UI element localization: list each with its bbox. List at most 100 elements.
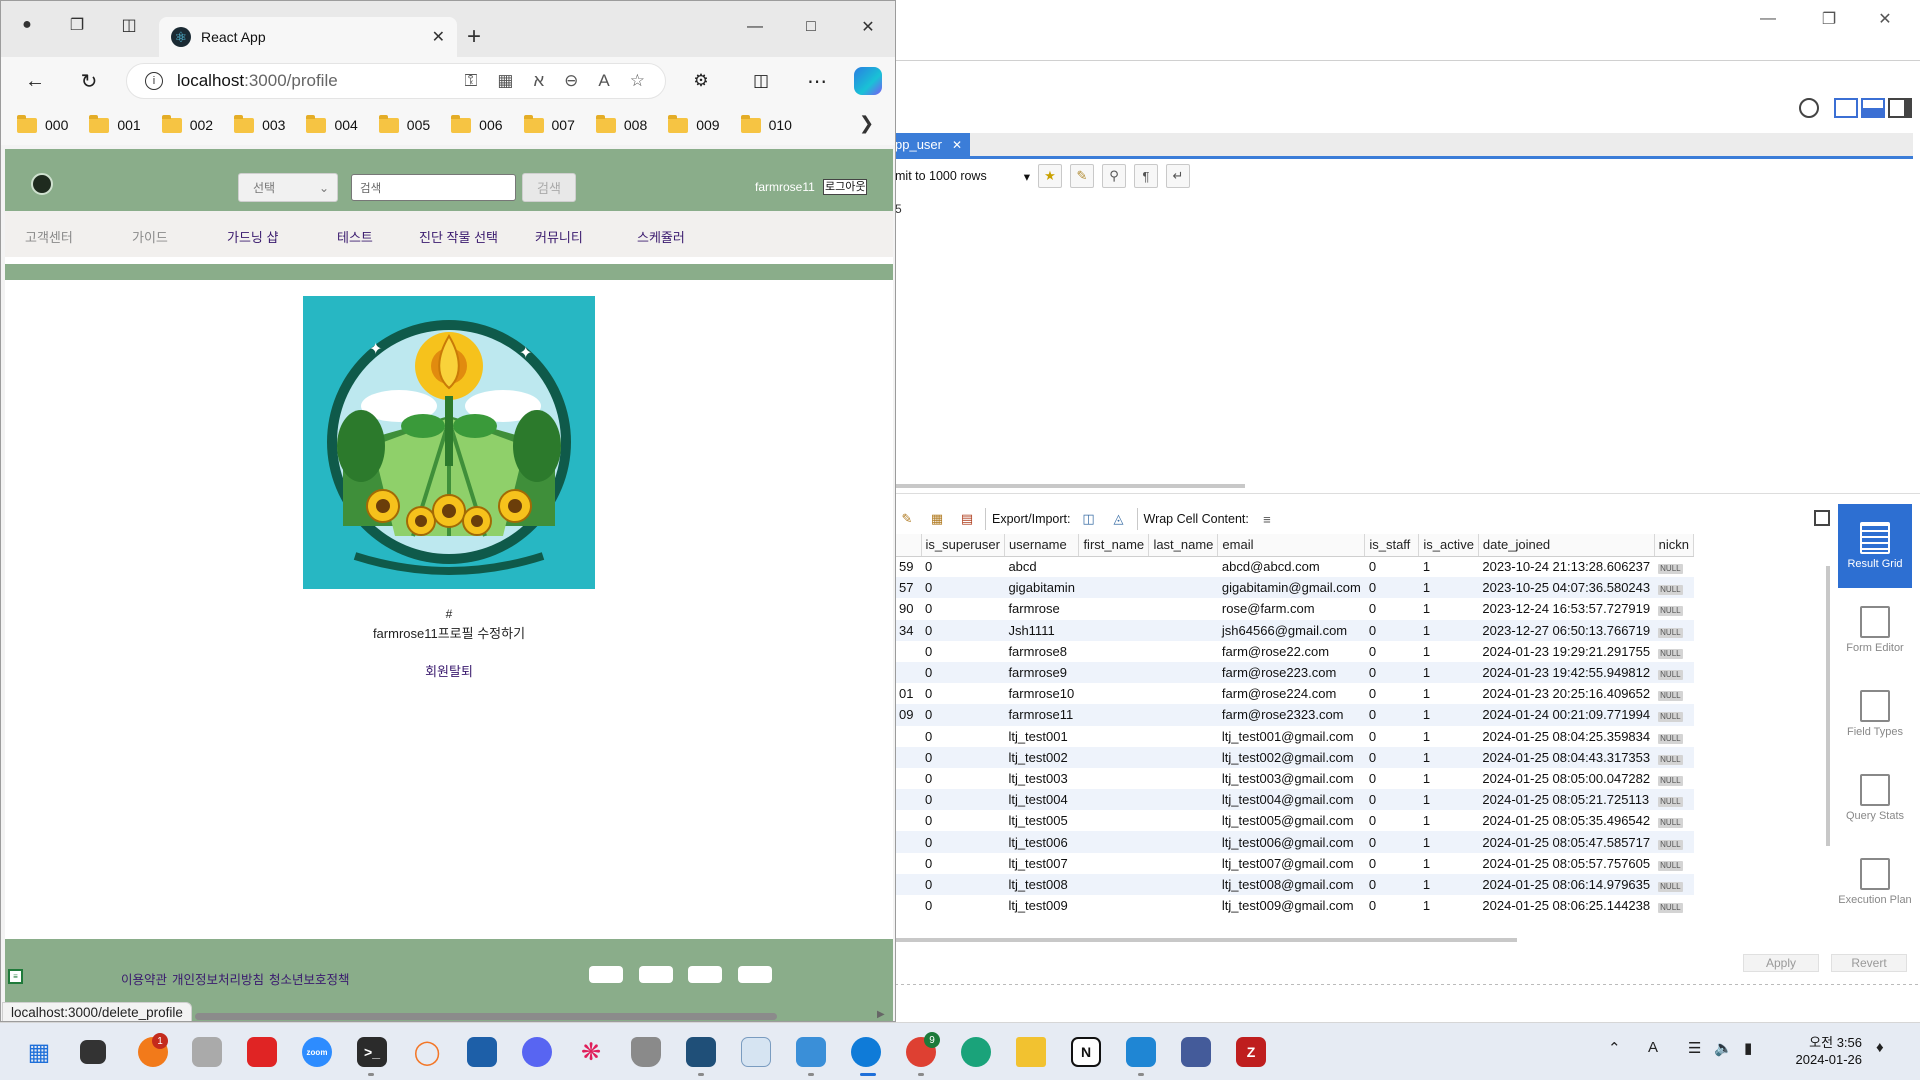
table-cell-username[interactable]: ltj_test004 (1004, 789, 1079, 811)
table-cell-email[interactable]: jsh64566@gmail.com (1217, 619, 1365, 641)
minimize-icon[interactable]: — (735, 11, 775, 43)
table-cell-username[interactable]: ltj_test005 (1004, 810, 1079, 831)
edit-row-icon[interactable]: ✎ (895, 507, 919, 531)
table-cell-email[interactable]: gigabitamin@gmail.com (1217, 577, 1365, 599)
table-cell-last-name[interactable] (1148, 619, 1218, 641)
table-cell-first-name[interactable] (1079, 853, 1149, 874)
panel-toggle-icon[interactable] (1814, 510, 1830, 526)
table-cell-is-superuser[interactable]: 0 (921, 831, 1005, 853)
table-cell-id[interactable]: 09 (895, 704, 921, 726)
table-cell-nick[interactable]: NULL (1654, 746, 1694, 768)
table-cell-id[interactable] (895, 853, 921, 874)
table-row[interactable]: 0 ltj_test007 ltj_test007@gmail.com 0 1 2024-… (895, 853, 1694, 874)
table-cell-last-name[interactable] (1148, 704, 1218, 726)
task-view-icon[interactable] (80, 1040, 106, 1064)
table-cell-is-active[interactable]: 1 (1418, 873, 1479, 895)
table-cell-is-staff[interactable]: 0 (1365, 853, 1419, 874)
table-cell-email[interactable]: ltj_test005@gmail.com (1218, 810, 1365, 831)
app-icon-gray[interactable] (192, 1037, 222, 1067)
apply-button[interactable]: Apply (1743, 954, 1819, 972)
table-cell-last-name[interactable] (1148, 873, 1218, 895)
bookmark-folder[interactable]: 010 (740, 114, 792, 133)
table-cell-id[interactable] (895, 831, 921, 853)
chevron-up-icon[interactable]: ⌃ (1608, 1039, 1621, 1057)
table-row[interactable]: 0 ltj_test004 ltj_test004@gmail.com 0 1 2024-… (895, 789, 1694, 811)
grid-column-header[interactable]: username (1004, 534, 1080, 557)
file-explorer-icon[interactable] (1016, 1037, 1046, 1067)
table-cell-is-superuser[interactable]: 0 (921, 577, 1005, 599)
bookmark-folder[interactable]: 007 (523, 114, 575, 133)
table-cell-nick[interactable]: NULL (1654, 853, 1693, 874)
table-cell-id[interactable] (895, 768, 921, 789)
table-cell-date-joined[interactable]: 2023-10-25 04:07:36.580243 (1478, 577, 1655, 599)
table-cell-nick[interactable]: NULL (1654, 598, 1693, 619)
logout-button[interactable]: 로그아웃 (823, 179, 868, 195)
clock-date[interactable]: 2024-01-26 (1782, 1052, 1863, 1067)
table-cell-last-name[interactable] (1148, 577, 1218, 599)
table-cell-is-active[interactable]: 1 (1419, 726, 1479, 747)
notification-bell-icon[interactable]: ♦ (1876, 1039, 1884, 1056)
table-cell-username[interactable]: Jsh1111 (1004, 619, 1079, 641)
page-horizontal-scrollbar[interactable] (195, 1013, 777, 1020)
table-row[interactable]: 90 0 farmrose rose@farm.com 0 1 2023-12-24 16:… (895, 598, 1694, 619)
table-cell-username[interactable]: farmrose (1004, 598, 1079, 619)
grid-horizontal-scrollbar[interactable] (895, 938, 1517, 942)
dock-item-execution-plan[interactable]: Execution Plan (1838, 840, 1912, 924)
table-cell-is-superuser[interactable]: 0 (921, 873, 1005, 895)
new-tab-icon[interactable]: + (467, 23, 481, 51)
dock-item-form-editor[interactable]: Form Editor (1838, 588, 1912, 672)
dock-item-result-grid[interactable]: Result Grid (1838, 504, 1912, 588)
table-cell-is-active[interactable]: 1 (1418, 704, 1479, 726)
table-cell-first-name[interactable] (1078, 789, 1149, 811)
bookmark-folder[interactable]: 003 (234, 114, 285, 133)
table-cell-email[interactable]: ltj_test003@gmail.com (1218, 768, 1365, 789)
table-cell-date-joined[interactable]: 2024-01-25 08:05:47.585717 (1478, 831, 1655, 853)
grid-column-header[interactable]: is_active (1418, 534, 1479, 557)
table-cell-first-name[interactable] (1078, 746, 1149, 768)
table-cell-last-name[interactable] (1149, 598, 1218, 619)
table-row[interactable]: 0 ltj_test002 ltj_test002@gmail.com 0 1 2024-… (895, 746, 1694, 768)
close-icon[interactable]: ✕ (848, 11, 888, 43)
table-row[interactable]: 0 ltj_test001 ltj_test001@gmail.com 0 1 2024-… (895, 726, 1694, 747)
zoom-icon[interactable]: ⊖ (564, 71, 578, 91)
key-icon[interactable]: ⚿ (464, 71, 477, 91)
search-button[interactable]: 검색 (522, 173, 576, 202)
maximize-icon[interactable]: □ (791, 11, 831, 43)
windows-start-icon[interactable]: ▦ (24, 1037, 54, 1067)
table-cell-first-name[interactable] (1078, 873, 1149, 895)
discord-icon[interactable] (522, 1037, 552, 1067)
logo-icon[interactable] (31, 173, 53, 195)
table-cell-nick[interactable]: NULL (1654, 556, 1693, 577)
table-cell-email[interactable]: farm@rose224.com (1218, 683, 1365, 704)
table-cell-first-name[interactable] (1079, 895, 1149, 916)
table-cell-is-staff[interactable]: 0 (1365, 598, 1419, 619)
table-cell-nick[interactable]: NULL (1654, 704, 1694, 726)
table-cell-first-name[interactable] (1078, 661, 1149, 684)
tab-close-icon[interactable]: ✕ (952, 138, 962, 152)
app-icon-red[interactable] (247, 1037, 277, 1067)
table-cell-date-joined[interactable]: 2024-01-23 20:25:16.409652 (1478, 683, 1654, 704)
table-cell-first-name[interactable] (1078, 704, 1149, 726)
table-cell-id[interactable] (895, 789, 921, 811)
footer-button[interactable] (639, 966, 673, 983)
table-cell-nick[interactable]: NULL (1654, 641, 1693, 662)
bookmark-folder[interactable]: 005 (378, 114, 430, 133)
bookmark-folder[interactable]: 006 (451, 114, 503, 133)
table-cell-last-name[interactable] (1149, 895, 1218, 916)
app-icon-window[interactable] (741, 1037, 771, 1067)
table-cell-is-active[interactable]: 1 (1418, 746, 1479, 768)
split-screen-icon[interactable]: ◫ (747, 67, 775, 95)
table-cell-is-superuser[interactable]: 0 (921, 598, 1004, 619)
table-row[interactable]: 0 farmrose9 farm@rose223.com 0 1 2024-01-23 1… (895, 661, 1694, 684)
chevron-right-icon[interactable]: ❯ (859, 113, 874, 134)
read-aloud-icon[interactable]: A (598, 71, 609, 91)
grid-column-header[interactable]: is_staff (1364, 534, 1420, 557)
table-cell-username[interactable]: farmrose8 (1004, 641, 1079, 662)
extensions-icon[interactable]: ⚙ (687, 67, 715, 95)
table-cell-is-active[interactable]: 1 (1419, 895, 1479, 916)
table-cell-nick[interactable]: NULL (1654, 831, 1694, 853)
table-cell-is-superuser[interactable]: 0 (921, 853, 1004, 874)
mysql-workbench-icon[interactable] (686, 1037, 716, 1067)
table-cell-nick[interactable]: NULL (1654, 726, 1693, 747)
dock-item-query-stats[interactable]: Query Stats (1838, 756, 1912, 840)
